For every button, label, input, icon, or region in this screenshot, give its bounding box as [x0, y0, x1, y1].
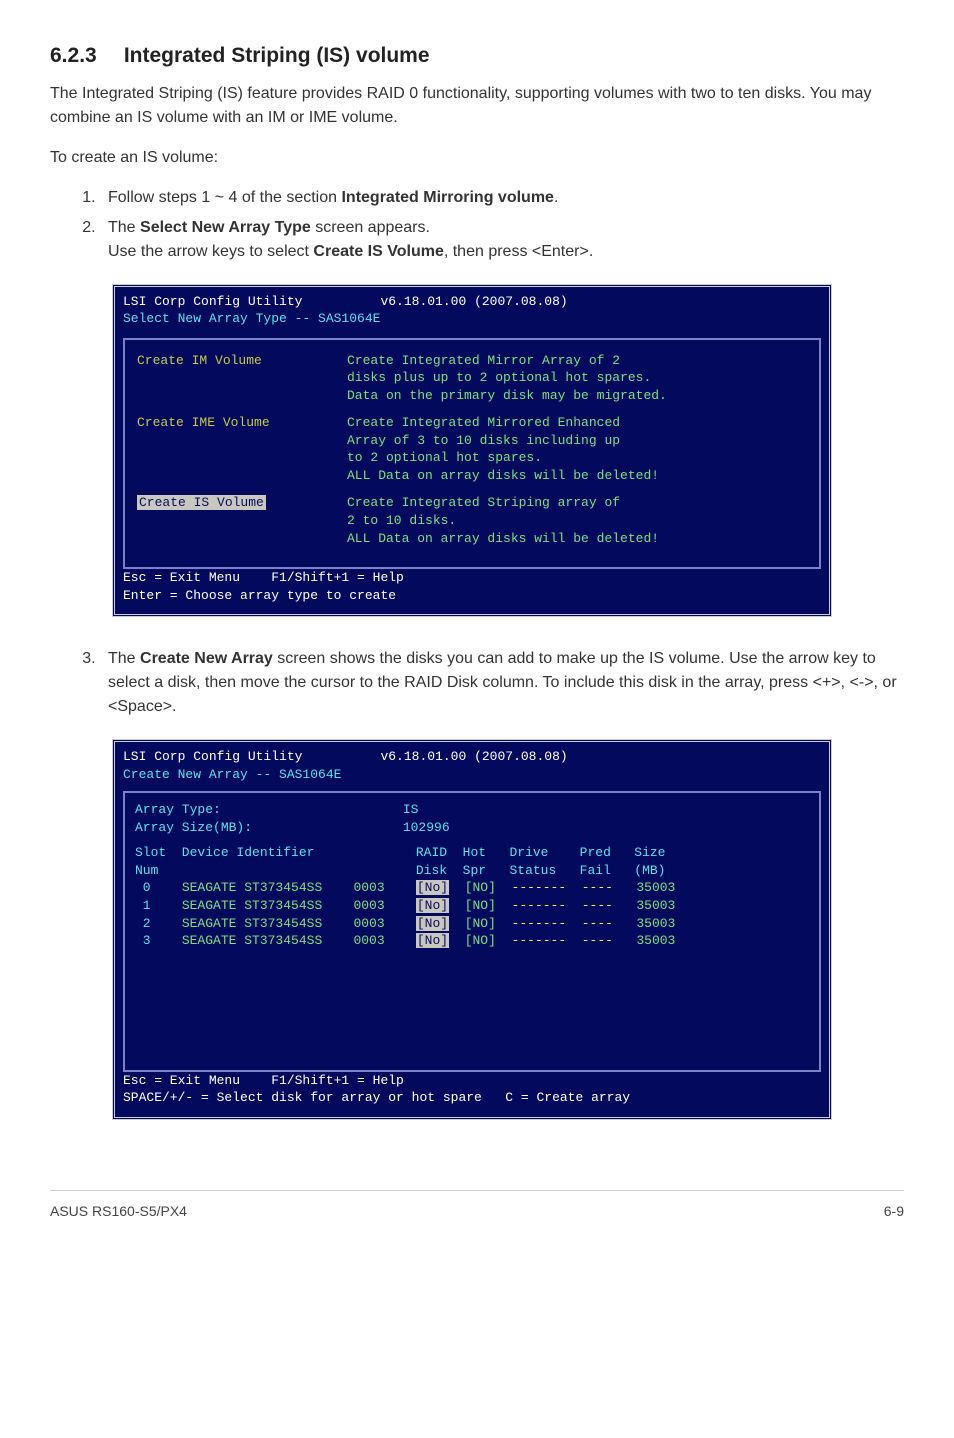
- bios1-menu2-label: Create IME Volume: [137, 415, 270, 430]
- bios2-hdr-right: v6.18.01.00 (2007.08.08): [380, 749, 567, 764]
- footer-left: ASUS RS160-S5/PX4: [50, 1201, 187, 1222]
- bios1-menu3-desc: Create Integrated Striping array of 2 to…: [347, 494, 659, 547]
- step2-text-d: Use the arrow keys to select: [108, 243, 313, 260]
- bios2-hdr2: Create New Array -- SAS1064E: [123, 767, 341, 782]
- intro-paragraph: The Integrated Striping (IS) feature pro…: [50, 82, 904, 130]
- bios1-menu-row-3: Create IS Volume Create Integrated Strip…: [137, 494, 807, 547]
- bios1-menu-row-2: Create IME Volume Create Integrated Mirr…: [137, 414, 807, 484]
- bios1-menu-row-1: Create IM Volume Create Integrated Mirro…: [137, 352, 807, 405]
- bios2-table-head1: Slot Device Identifier RAID Hot Drive Pr…: [135, 844, 809, 862]
- bios1-menu2-desc: Create Integrated Mirrored Enhanced Arra…: [347, 414, 659, 484]
- bios-screenshot-1: LSI Corp Config Utility v6.18.01.00 (200…: [112, 284, 832, 618]
- bios1-hdr2: Select New Array Type -- SAS1064E: [123, 311, 380, 326]
- bios2-header: LSI Corp Config Utility v6.18.01.00 (200…: [123, 748, 821, 783]
- step1-bold: Integrated Mirroring volume: [341, 189, 553, 206]
- step3-text-a: The: [108, 650, 140, 667]
- bios1-footer: Esc = Exit Menu F1/Shift+1 = Help Enter …: [123, 569, 821, 604]
- bios2-arraysize-label: Array Size(MB):: [135, 819, 395, 837]
- lead-paragraph: To create an IS volume:: [50, 146, 904, 170]
- bios2-info-line2: Array Size(MB): 102996: [135, 819, 809, 837]
- bios1-content-box: Create IM Volume Create Integrated Mirro…: [123, 338, 821, 569]
- bios-screenshot-2: LSI Corp Config Utility v6.18.01.00 (200…: [112, 739, 832, 1120]
- step3-bold-b: Create New Array: [140, 650, 273, 667]
- bios1-hdr-right: v6.18.01.00 (2007.08.08): [380, 294, 567, 309]
- table-row: 3 SEAGATE ST373454SS 0003 [No] [NO] ----…: [135, 932, 809, 950]
- bios2-table-rows: 0 SEAGATE ST373454SS 0003 [No] [NO] ----…: [135, 879, 809, 949]
- footer-right: 6-9: [884, 1201, 904, 1222]
- bios2-hdr-left: LSI Corp Config Utility: [123, 749, 302, 764]
- section-title: Integrated Striping (IS) volume: [124, 44, 430, 67]
- step-2: The Select New Array Type screen appears…: [100, 216, 904, 264]
- table-row: 1 SEAGATE ST373454SS 0003 [No] [NO] ----…: [135, 897, 809, 915]
- step1-text-c: .: [554, 189, 558, 206]
- bios2-arraysize-value: 102996: [403, 820, 450, 835]
- section-heading: 6.2.3 Integrated Striping (IS) volume: [50, 40, 904, 72]
- bios2-table-head2: Num Disk Spr Status Fail (MB): [135, 862, 809, 880]
- bios2-info-line1: Array Type: IS: [135, 801, 809, 819]
- steps-list-cont: The Create New Array screen shows the di…: [50, 647, 904, 719]
- step-1: Follow steps 1 ~ 4 of the section Integr…: [100, 186, 904, 210]
- bios1-menu1-desc: Create Integrated Mirror Array of 2 disk…: [347, 352, 667, 405]
- step2-text-f: , then press <Enter>.: [444, 243, 593, 260]
- section-number: 6.2.3: [50, 40, 118, 72]
- bios2-arraytype-value: IS: [403, 802, 419, 817]
- bios2-content-box: Array Type: IS Array Size(MB): 102996 Sl…: [123, 791, 821, 1071]
- bios1-header: LSI Corp Config Utility v6.18.01.00 (200…: [123, 293, 821, 328]
- page-footer: ASUS RS160-S5/PX4 6-9: [50, 1190, 904, 1222]
- bios2-footer: Esc = Exit Menu F1/Shift+1 = Help SPACE/…: [123, 1072, 821, 1107]
- step1-text-a: Follow steps 1 ~ 4 of the section: [108, 189, 341, 206]
- bios1-hdr-left: LSI Corp Config Utility: [123, 294, 302, 309]
- table-row: 0 SEAGATE ST373454SS 0003 [No] [NO] ----…: [135, 879, 809, 897]
- step2-text-c: screen appears.: [311, 219, 430, 236]
- steps-list: Follow steps 1 ~ 4 of the section Integr…: [50, 186, 904, 264]
- step2-bold-e: Create IS Volume: [313, 243, 443, 260]
- step2-bold-b: Select New Array Type: [140, 219, 311, 236]
- bios2-arraytype-label: Array Type:: [135, 801, 395, 819]
- step-3: The Create New Array screen shows the di…: [100, 647, 904, 719]
- step2-text-a: The: [108, 219, 140, 236]
- bios1-menu3-label-selected: Create IS Volume: [137, 495, 266, 510]
- bios1-menu1-label: Create IM Volume: [137, 353, 262, 368]
- table-row: 2 SEAGATE ST373454SS 0003 [No] [NO] ----…: [135, 915, 809, 933]
